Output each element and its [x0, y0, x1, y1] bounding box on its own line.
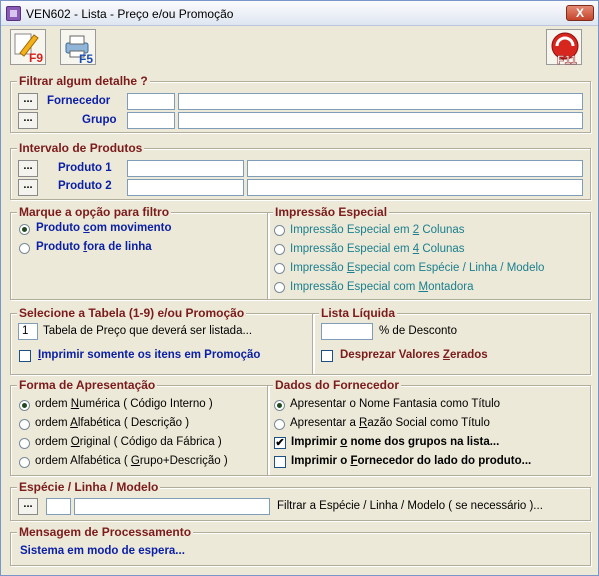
impressao-4-colunas-radio[interactable]	[274, 244, 285, 255]
title-bar: VEN602 - Lista - Preço e/ou Promoção X	[1, 1, 598, 26]
tabela-group	[10, 313, 314, 375]
produto1-label: Produto 1	[58, 162, 112, 174]
produto1-code-input[interactable]	[127, 160, 244, 177]
impressao-2-colunas-radio[interactable]	[274, 225, 285, 236]
f9-label: F9	[29, 51, 43, 65]
desconto-label: % de Desconto	[379, 325, 457, 337]
f11-exit-button[interactable]: F11	[546, 29, 582, 65]
especie-code-input[interactable]	[46, 498, 71, 515]
ordem-alfabetica-radio[interactable]	[19, 419, 30, 430]
especie-legend: Espécie / Linha / Modelo	[17, 480, 161, 494]
produto2-label: Produto 2	[58, 180, 112, 192]
app-icon	[6, 6, 21, 21]
produto2-name-input[interactable]	[247, 179, 583, 196]
ordem-numerica-radio[interactable]	[19, 400, 30, 411]
produto2-code-input[interactable]	[127, 179, 244, 196]
imprimir-grupos-label[interactable]: Imprimir o nome dos grupos na lista...	[291, 436, 499, 448]
fornecedor-code-input[interactable]	[127, 93, 175, 110]
main-window: VEN602 - Lista - Preço e/ou Promoção X F…	[0, 0, 599, 576]
exit-f11-icon: F11	[551, 32, 579, 65]
produto2-lookup-button[interactable]: ...	[18, 179, 38, 196]
fornecedor-label: Fornecedor	[47, 95, 111, 107]
ordem-alfabetica-label[interactable]: ordem Alfabética ( Descrição )	[35, 417, 189, 429]
grupo-lookup-button[interactable]: ...	[18, 112, 38, 129]
f5-label: F5	[79, 52, 93, 65]
fornecedor-name-input[interactable]	[178, 93, 583, 110]
fornecedor-lookup-button[interactable]: ...	[18, 93, 38, 110]
especie-lookup-button[interactable]: ...	[18, 498, 38, 515]
desprezar-zerados-checkbox[interactable]	[321, 350, 333, 362]
ordem-grupo-radio[interactable]	[19, 457, 30, 468]
impressao-montadora-radio[interactable]	[274, 282, 285, 293]
produto1-name-input[interactable]	[247, 160, 583, 177]
printer-f5-icon: F5	[65, 35, 93, 65]
produto-fora-linha-label[interactable]: Produto fora de linha	[36, 241, 152, 253]
tabela-desc: Tabela de Preço que deverá ser listada..…	[43, 325, 253, 337]
desprezar-zerados-label[interactable]: Desprezar Valores Zerados	[340, 349, 488, 361]
impressao-legend: Impressão Especial	[273, 205, 390, 219]
impressao-4-colunas-label[interactable]: Impressão Especial em 4 Colunas	[290, 243, 465, 255]
impressao-2-colunas-label[interactable]: Impressão Especial em 2 Colunas	[290, 224, 465, 236]
ordem-original-radio[interactable]	[19, 438, 30, 449]
impressao-especie-radio[interactable]	[274, 263, 285, 274]
f5-print-button[interactable]: F5	[60, 29, 96, 65]
tabela-legend: Selecione a Tabela (1-9) e/ou Promoção	[17, 306, 247, 320]
window-title: VEN602 - Lista - Preço e/ou Promoção	[26, 7, 234, 21]
grupo-code-input[interactable]	[127, 112, 175, 129]
pencil-f9-icon: F9	[14, 33, 43, 65]
marque-legend: Marque a opção para filtro	[17, 205, 172, 219]
dados-legend: Dados do Fornecedor	[273, 378, 402, 392]
impressao-especie-label[interactable]: Impressão Especial com Espécie / Linha /…	[290, 262, 544, 274]
tabela-input[interactable]: 1	[18, 323, 38, 340]
grupo-label: Grupo	[82, 114, 117, 126]
impressao-montadora-label[interactable]: Impressão Especial com Montadora	[290, 281, 473, 293]
imprimir-promocao-checkbox[interactable]	[19, 350, 31, 362]
nome-fantasia-label[interactable]: Apresentar o Nome Fantasia como Título	[290, 398, 500, 410]
ordem-grupo-label[interactable]: ordem Alfabética ( Grupo+Descrição )	[35, 455, 228, 467]
produto-com-movimento-radio[interactable]	[19, 224, 30, 235]
mensagem-legend: Mensagem de Processamento	[17, 525, 194, 539]
produto-com-movimento-label[interactable]: Produto com movimento	[36, 222, 171, 234]
close-button[interactable]: X	[566, 5, 594, 21]
imprimir-fornecedor-checkbox[interactable]	[274, 456, 286, 468]
intervalo-legend: Intervalo de Produtos	[17, 141, 145, 155]
imprimir-fornecedor-label[interactable]: Imprimir o Fornecedor do lado do produto…	[291, 455, 531, 467]
ordem-original-label[interactable]: ordem Original ( Código da Fábrica )	[35, 436, 222, 448]
especie-name-input[interactable]	[74, 498, 270, 515]
forma-legend: Forma de Apresentação	[17, 378, 158, 392]
desconto-input[interactable]	[321, 323, 373, 340]
especie-hint: Filtrar a Espécie / Linha / Modelo ( se …	[277, 500, 543, 512]
f9-edit-button[interactable]: F9	[10, 29, 46, 65]
filter-legend: Filtrar algum detalhe ?	[17, 74, 150, 88]
produto1-lookup-button[interactable]: ...	[18, 160, 38, 177]
razao-social-radio[interactable]	[274, 419, 285, 430]
imprimir-promocao-label[interactable]: Imprimir somente os itens em Promoção	[38, 349, 260, 361]
status-message: Sistema em modo de espera...	[20, 545, 185, 557]
nome-fantasia-radio[interactable]	[274, 400, 285, 411]
f11-label: F11	[557, 53, 577, 65]
razao-social-label[interactable]: Apresentar a Razão Social como Título	[290, 417, 490, 429]
lista-legend: Lista Líquida	[319, 306, 398, 320]
ordem-numerica-label[interactable]: ordem Numérica ( Código Interno )	[35, 398, 213, 410]
grupo-name-input[interactable]	[178, 112, 583, 129]
imprimir-grupos-checkbox[interactable]: ✔	[274, 437, 286, 449]
produto-fora-linha-radio[interactable]	[19, 243, 30, 254]
